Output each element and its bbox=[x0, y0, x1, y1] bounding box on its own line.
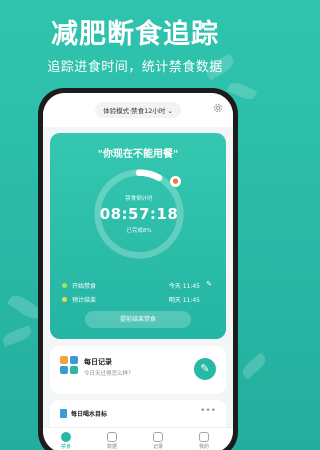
end-label: 预计结束 bbox=[72, 297, 97, 304]
start-label: 开始禁食 bbox=[72, 283, 97, 290]
profile-tab-icon bbox=[199, 432, 209, 442]
countdown-label: 禁食倒计时 bbox=[125, 196, 153, 202]
edit-icon[interactable]: ✎ bbox=[206, 280, 212, 288]
end-fast-button[interactable]: 提前结束禁食 bbox=[85, 311, 191, 328]
start-dot-icon bbox=[62, 283, 67, 288]
tab-records[interactable]: 记录 bbox=[143, 432, 173, 450]
promo-header: 减肥断食追踪 追踪进食时间，统计禁食数据 bbox=[0, 18, 270, 75]
fasting-tab-icon bbox=[61, 432, 71, 442]
pencil-icon[interactable]: ✎ bbox=[194, 358, 216, 380]
daily-record-card[interactable]: 每日记录 今日天过得怎么样？ ✎ bbox=[50, 346, 226, 394]
tab-label: 禁食 bbox=[60, 444, 71, 450]
fasting-card: "你现在不能用餐" 禁食倒计时 08:57:18 已完成8% ● 开始禁食 今天… bbox=[50, 133, 226, 339]
fasting-status-quote: "你现在不能用餐" bbox=[97, 149, 179, 160]
chart-tab-icon bbox=[107, 432, 117, 442]
water-title: 每日喝水目标 bbox=[71, 411, 108, 418]
app-screen: 体验模式·禁食12小时 ⌄ "你现在不能用餐" 禁食倒计时 08:57:18 已… bbox=[43, 93, 233, 450]
tab-fasting[interactable]: 禁食 bbox=[51, 432, 81, 450]
end-dot-icon bbox=[62, 297, 67, 302]
calendar-tab-icon bbox=[153, 432, 163, 442]
record-subtitle: 今日天过得怎么样？ bbox=[84, 371, 134, 377]
end-value: 明天 11:45 bbox=[168, 297, 200, 304]
tab-data[interactable]: 数据 bbox=[97, 432, 127, 450]
progress-percent: 已完成8% bbox=[126, 228, 152, 234]
start-time-row: 开始禁食 今天 11:45 ✎ bbox=[62, 280, 214, 291]
fasting-mode-select[interactable]: 体验模式·禁食12小时 ⌄ bbox=[95, 102, 181, 118]
water-goal-card[interactable]: 每日喝水目标 ••• bbox=[50, 400, 226, 430]
decorative-leaf bbox=[0, 325, 34, 347]
flame-icon: ● bbox=[170, 176, 181, 187]
tab-profile[interactable]: 我的 bbox=[189, 432, 219, 450]
phone-frame: 体验模式·禁食12小时 ⌄ "你现在不能用餐" 禁食倒计时 08:57:18 已… bbox=[38, 88, 238, 450]
decorative-leaf bbox=[239, 352, 269, 380]
countdown-time: 08:57:18 bbox=[99, 205, 179, 223]
record-title: 每日记录 bbox=[84, 358, 112, 366]
start-value: 今天 11:45 bbox=[168, 283, 200, 290]
promo-subtitle: 追踪进食时间，统计禁食数据 bbox=[47, 60, 223, 75]
tab-label: 数据 bbox=[106, 444, 117, 450]
promo-title: 减肥断食追踪 bbox=[51, 19, 219, 50]
water-cup-icon bbox=[60, 409, 67, 418]
tab-label: 我的 bbox=[198, 444, 209, 450]
tab-label: 记录 bbox=[152, 444, 163, 450]
end-time-row: 预计结束 明天 11:45 bbox=[62, 295, 214, 305]
app-top-bar: 体验模式·禁食12小时 ⌄ bbox=[43, 93, 233, 127]
bottom-tab-bar: 禁食 数据 记录 我的 bbox=[43, 427, 233, 450]
more-icon[interactable]: ••• bbox=[200, 406, 216, 416]
gear-icon[interactable] bbox=[212, 102, 224, 114]
apps-grid-icon bbox=[60, 356, 78, 374]
